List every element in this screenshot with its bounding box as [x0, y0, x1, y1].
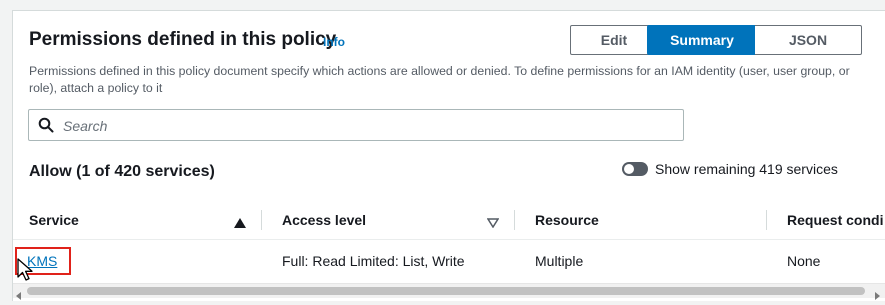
- column-header-service[interactable]: Service: [29, 212, 79, 228]
- scrollbar-thumb[interactable]: [27, 287, 865, 295]
- table-header: Service Access level Resource Request co…: [13, 202, 885, 240]
- show-remaining-toggle[interactable]: [622, 162, 648, 176]
- page-title: Permissions defined in this policy: [29, 29, 337, 50]
- search-icon: [38, 117, 54, 133]
- resource-cell: Multiple: [535, 253, 584, 269]
- column-header-request-condition[interactable]: Request condi: [787, 212, 883, 228]
- tab-summary[interactable]: Summary: [647, 25, 757, 55]
- allow-heading: Allow (1 of 420 services): [29, 163, 215, 180]
- policy-description: Permissions defined in this policy docum…: [29, 64, 850, 95]
- toggle-label: Show remaining 419 services: [655, 161, 838, 177]
- horizontal-scrollbar[interactable]: [13, 283, 885, 300]
- search-box[interactable]: [28, 109, 684, 142]
- edit-button[interactable]: Edit: [570, 25, 658, 55]
- column-header-resource[interactable]: Resource: [535, 212, 599, 228]
- scroll-right-arrow-icon[interactable]: [873, 287, 881, 300]
- sort-descending-icon[interactable]: [486, 215, 500, 229]
- tab-json[interactable]: JSON: [755, 25, 862, 55]
- access-level-cell: Full: Read Limited: List, Write: [282, 253, 465, 269]
- table-row: KMS Full: Read Limited: List, Write Mult…: [13, 240, 885, 284]
- column-divider[interactable]: [261, 210, 262, 230]
- mouse-pointer-icon: [17, 258, 35, 282]
- request-condition-cell: None: [787, 253, 821, 269]
- info-link[interactable]: Info: [323, 35, 345, 49]
- search-input[interactable]: [61, 110, 675, 142]
- permissions-panel: Permissions defined in this policy Info …: [12, 10, 885, 301]
- column-header-access-level[interactable]: Access level: [282, 212, 366, 228]
- sort-ascending-icon[interactable]: [234, 215, 246, 228]
- scroll-left-arrow-icon[interactable]: [15, 287, 23, 300]
- column-divider[interactable]: [766, 210, 767, 230]
- toggle-knob: [624, 164, 634, 174]
- column-divider[interactable]: [514, 210, 515, 230]
